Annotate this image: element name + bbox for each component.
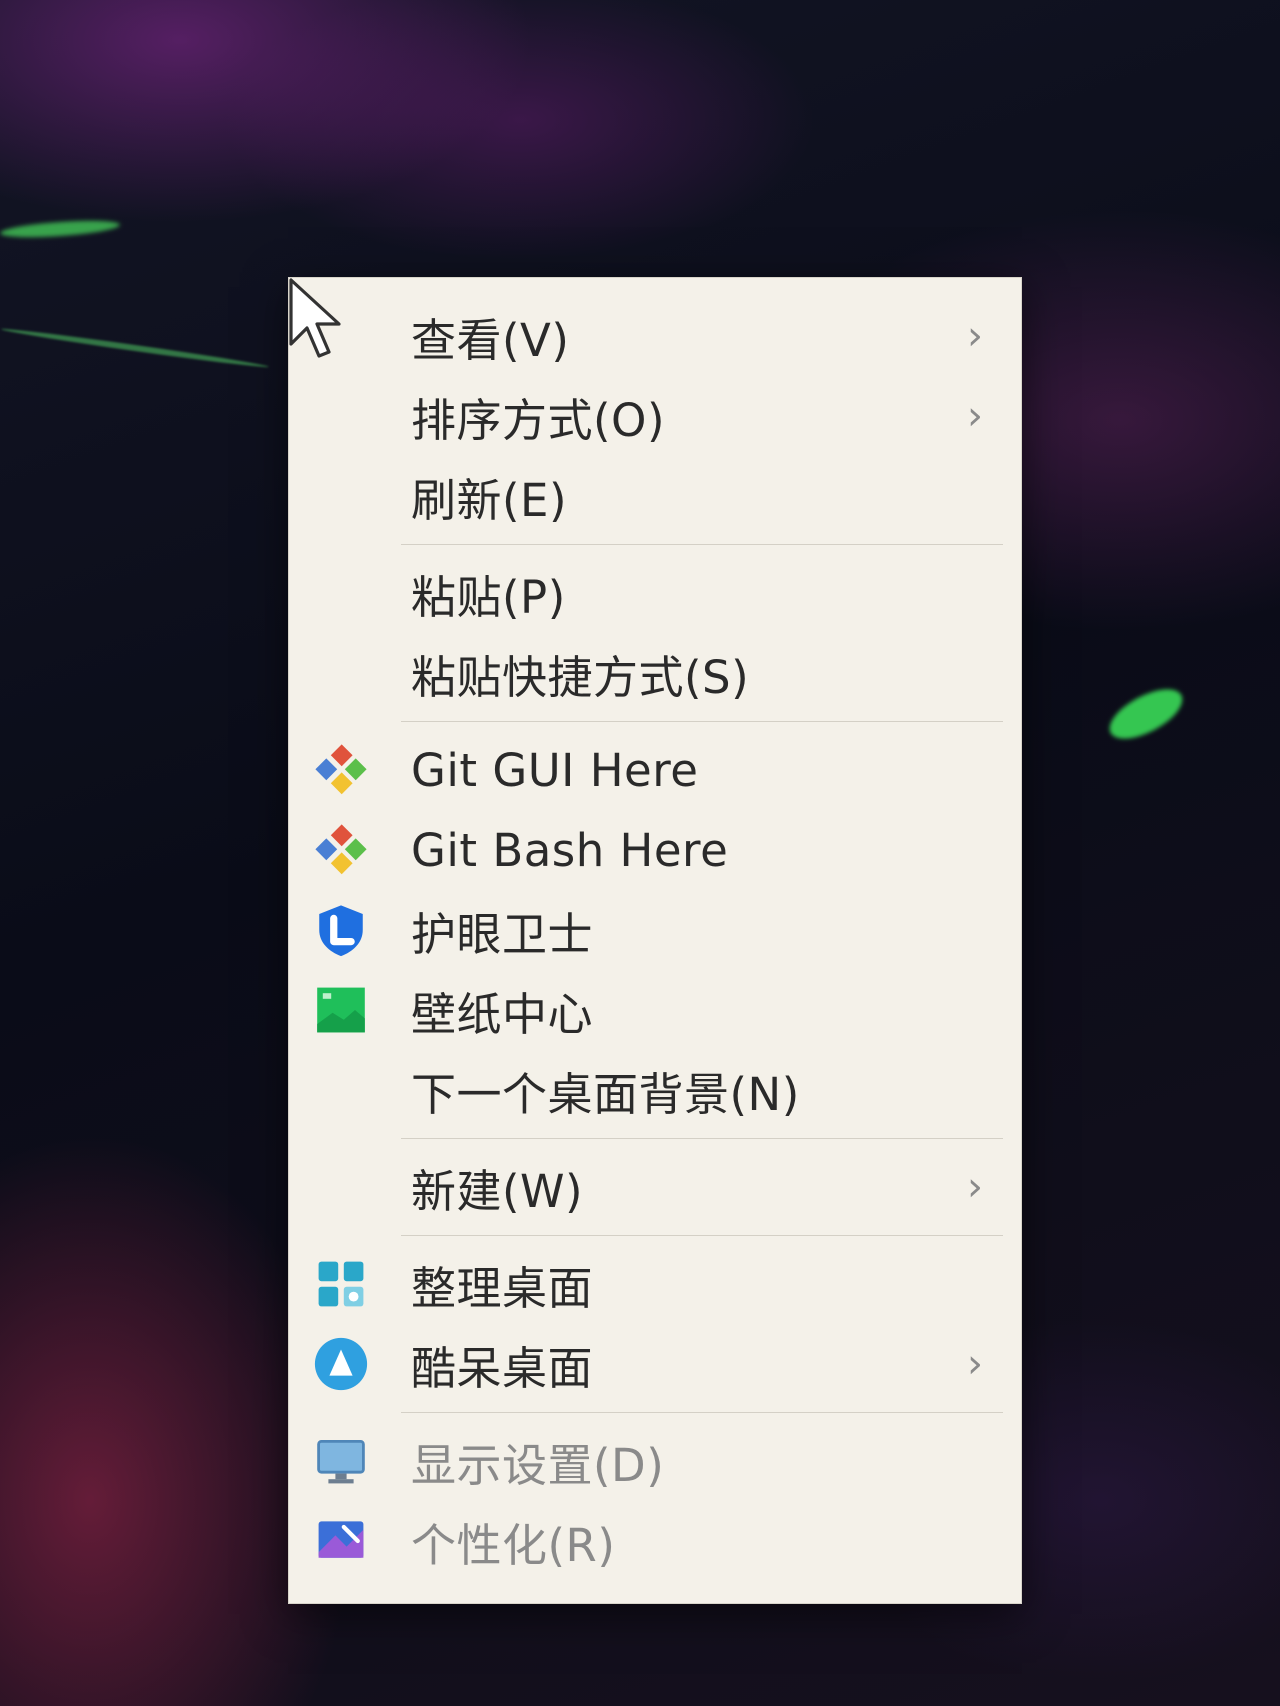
menu-item-wallpaper-center[interactable]: 壁纸中心 — [289, 970, 1021, 1050]
menu-item-eye-guard[interactable]: 护眼卫士 — [289, 890, 1021, 970]
menu-separator — [401, 544, 1003, 545]
kudai-desktop-icon — [311, 1334, 371, 1394]
menu-item-refresh[interactable]: 刷新(E) — [289, 456, 1021, 536]
eye-guard-icon — [311, 900, 371, 960]
menu-item-paste[interactable]: 粘贴(P) — [289, 553, 1021, 633]
wallpaper-green-line — [0, 326, 270, 370]
menu-item-label: 排序方式(O) — [411, 393, 666, 447]
menu-item-label: 壁纸中心 — [411, 987, 594, 1041]
menu-item-label: 下一个桌面背景(N) — [411, 1067, 800, 1121]
menu-item-label: 显示设置(D) — [411, 1438, 665, 1492]
git-icon — [311, 740, 371, 800]
menu-separator — [401, 721, 1003, 722]
wallpaper-leaf — [1102, 679, 1190, 749]
organize-desktop-icon — [311, 1254, 371, 1314]
menu-item-sort-by[interactable]: 排序方式(O) › — [289, 376, 1021, 456]
menu-item-label: 护眼卫士 — [411, 907, 594, 961]
menu-separator — [401, 1138, 1003, 1139]
menu-item-display-settings[interactable]: 显示设置(D) — [289, 1421, 1021, 1501]
chevron-right-icon: › — [967, 393, 983, 439]
menu-item-personalize[interactable]: 个性化(R) — [289, 1501, 1021, 1581]
menu-separator — [401, 1412, 1003, 1413]
menu-item-label: 酷呆桌面 — [411, 1341, 594, 1395]
menu-item-git-bash[interactable]: Git Bash Here — [289, 810, 1021, 890]
menu-separator — [401, 1235, 1003, 1236]
menu-item-label: 个性化(R) — [411, 1518, 616, 1572]
wallpaper-green-streak — [0, 217, 121, 241]
menu-item-next-background[interactable]: 下一个桌面背景(N) — [289, 1050, 1021, 1130]
chevron-right-icon: › — [967, 313, 983, 359]
menu-item-label: 粘贴(P) — [411, 570, 566, 624]
wallpaper-icon — [311, 980, 371, 1040]
display-settings-icon — [311, 1431, 371, 1491]
git-icon — [311, 820, 371, 880]
menu-item-label: 查看(V) — [411, 313, 570, 367]
menu-item-git-gui[interactable]: Git GUI Here — [289, 730, 1021, 810]
menu-item-organize-desktop[interactable]: 整理桌面 — [289, 1244, 1021, 1324]
chevron-right-icon: › — [967, 1164, 983, 1210]
personalize-icon — [311, 1511, 371, 1571]
menu-item-paste-shortcut[interactable]: 粘贴快捷方式(S) — [289, 633, 1021, 713]
menu-item-new[interactable]: 新建(W) › — [289, 1147, 1021, 1227]
desktop-context-menu: 查看(V) › 排序方式(O) › 刷新(E) 粘贴(P) 粘贴快捷方式(S) … — [288, 277, 1022, 1604]
menu-item-label: 刷新(E) — [411, 473, 568, 527]
menu-item-label: 粘贴快捷方式(S) — [411, 650, 750, 704]
menu-item-label: Git Bash Here — [411, 823, 729, 877]
menu-item-label: 整理桌面 — [411, 1261, 594, 1315]
menu-item-view[interactable]: 查看(V) › — [289, 296, 1021, 376]
menu-item-label: Git GUI Here — [411, 743, 699, 797]
chevron-right-icon: › — [967, 1341, 983, 1387]
menu-item-label: 新建(W) — [411, 1164, 584, 1218]
menu-item-kudai-desktop[interactable]: 酷呆桌面 › — [289, 1324, 1021, 1404]
